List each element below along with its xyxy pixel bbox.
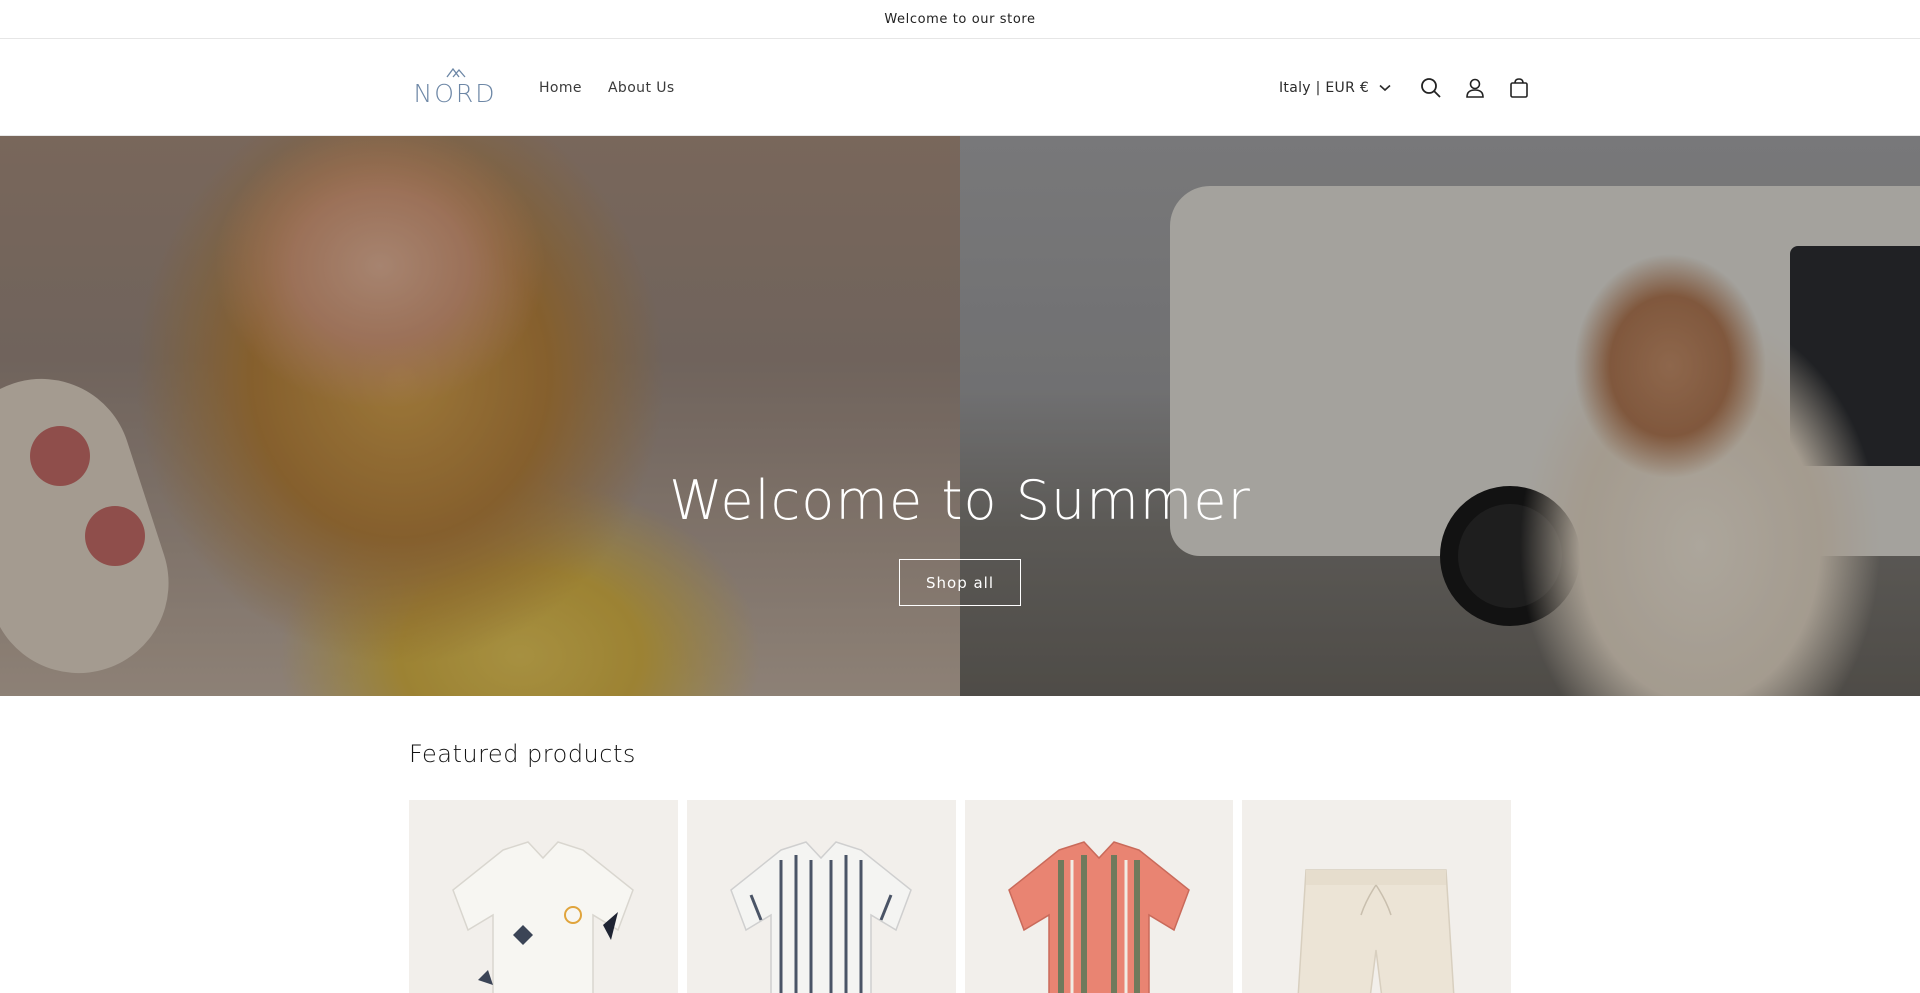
hero-title: Welcome to Summer [669,469,1251,532]
announcement-text: Welcome to our store [884,11,1036,27]
store-logo[interactable]: NORD [409,65,501,109]
shop-all-button[interactable]: Shop all [899,559,1021,606]
red-striped-shirt-image [1007,841,1190,993]
search-icon [1421,77,1441,98]
chevron-down-icon [1379,84,1391,91]
cart-icon [1510,77,1528,98]
featured-products-title: Featured products [409,740,636,768]
product-card[interactable] [1242,800,1511,993]
search-button[interactable] [1409,66,1453,110]
account-icon [1466,78,1484,98]
logo-text: NORD [413,79,497,108]
locale-selector[interactable]: Italy | EUR € [1279,80,1391,96]
hero-banner: Welcome to Summer Shop all [0,136,1920,696]
white-shirt-image [452,841,634,993]
cart-button[interactable] [1497,66,1541,110]
product-card[interactable] [686,800,956,993]
main-nav: Home About Us [539,39,675,136]
nav-home-link[interactable]: Home [539,80,582,96]
linen-shorts-image [1297,869,1455,993]
hero-overlay [0,136,1920,696]
account-button[interactable] [1453,66,1497,110]
locale-label: Italy | EUR € [1279,79,1370,96]
header-actions: Italy | EUR € [1279,39,1541,136]
product-card[interactable] [409,800,678,993]
nav-about-link[interactable]: About Us [608,80,675,96]
site-header: NORD Home About Us Italy | EUR € [0,39,1920,136]
product-grid [409,800,1511,993]
striped-shirt-image [729,841,912,993]
announcement-bar: Welcome to our store [0,0,1920,39]
product-card[interactable] [964,800,1234,993]
